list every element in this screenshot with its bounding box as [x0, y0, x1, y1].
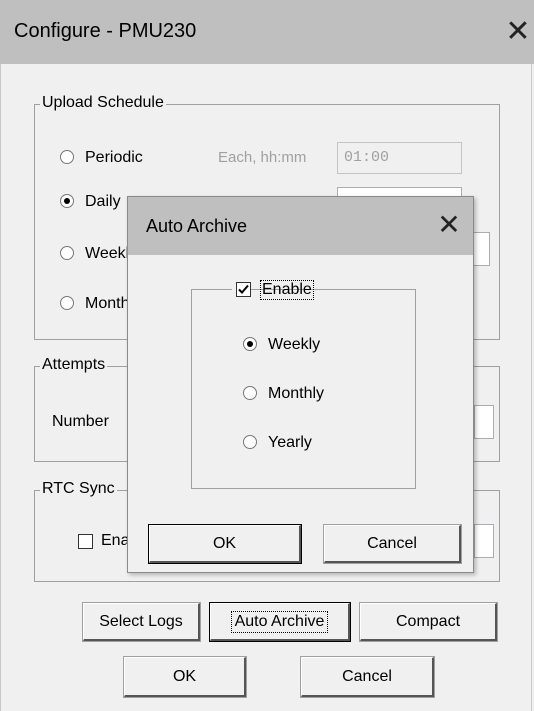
- auto-archive-label: Auto Archive: [230, 610, 329, 633]
- attempts-number-field[interactable]: [474, 405, 494, 439]
- rtc-value-field[interactable]: [474, 524, 494, 558]
- radio-periodic-label: Periodic: [85, 149, 143, 166]
- auto-archive-button[interactable]: Auto Archive: [209, 602, 351, 642]
- window-titlebar: Configure - PMU230 ✕: [0, 0, 534, 64]
- dialog-radio-weekly[interactable]: [243, 337, 257, 351]
- dialog-enable-label: Enable: [260, 280, 314, 300]
- window-close-icon[interactable]: ✕: [502, 14, 534, 50]
- dialog-enable-legend: Enable: [232, 277, 314, 301]
- radio-monthly[interactable]: [60, 296, 74, 310]
- dialog-radio-weekly-label: Weekly: [268, 336, 321, 353]
- dialog-title: Auto Archive: [146, 216, 248, 236]
- upload-schedule-legend: Upload Schedule: [40, 94, 166, 112]
- ok-button[interactable]: OK: [123, 656, 247, 698]
- dialog-ok-button[interactable]: OK: [148, 524, 302, 564]
- radio-daily[interactable]: [60, 194, 74, 208]
- select-logs-button[interactable]: Select Logs: [82, 602, 201, 642]
- compact-label: Compact: [395, 612, 461, 630]
- dialog-radio-monthly-label: Monthly: [268, 385, 325, 402]
- ok-label: OK: [172, 667, 197, 685]
- dialog-titlebar: Auto Archive ✕: [128, 197, 473, 255]
- cancel-label: Cancel: [342, 667, 392, 685]
- select-logs-label: Select Logs: [99, 612, 183, 630]
- cancel-button[interactable]: Cancel: [300, 656, 435, 698]
- compact-button[interactable]: Compact: [359, 602, 498, 642]
- rtc-enable-checkbox[interactable]: [78, 534, 93, 549]
- attempts-number-label: Number: [52, 413, 109, 430]
- window-title: Configure - PMU230: [14, 20, 197, 42]
- dialog-radio-monthly[interactable]: [243, 386, 257, 400]
- rtc-sync-legend: RTC Sync: [40, 480, 117, 498]
- radio-daily-label: Daily: [85, 193, 121, 210]
- dialog-cancel-button[interactable]: Cancel: [323, 524, 462, 564]
- radio-weekly[interactable]: [60, 246, 74, 260]
- periodic-hint-label: Each, hh:mm: [218, 149, 307, 166]
- periodic-time-value: 01:00: [344, 149, 390, 166]
- periodic-time-field[interactable]: 01:00: [337, 142, 462, 174]
- attempts-legend: Attempts: [40, 356, 108, 374]
- dialog-cancel-label: Cancel: [367, 534, 417, 552]
- radio-periodic[interactable]: [60, 150, 74, 164]
- checkmark-icon: [238, 284, 249, 294]
- dialog-radio-yearly[interactable]: [243, 435, 257, 449]
- dialog-radio-yearly-label: Yearly: [268, 434, 312, 451]
- dialog-ok-label: OK: [212, 534, 237, 552]
- auto-archive-dialog: Auto Archive ✕ Enable Weekly Monthly Yea…: [127, 196, 474, 573]
- dialog-enable-checkbox[interactable]: [236, 282, 251, 297]
- dialog-close-icon[interactable]: ✕: [433, 207, 465, 243]
